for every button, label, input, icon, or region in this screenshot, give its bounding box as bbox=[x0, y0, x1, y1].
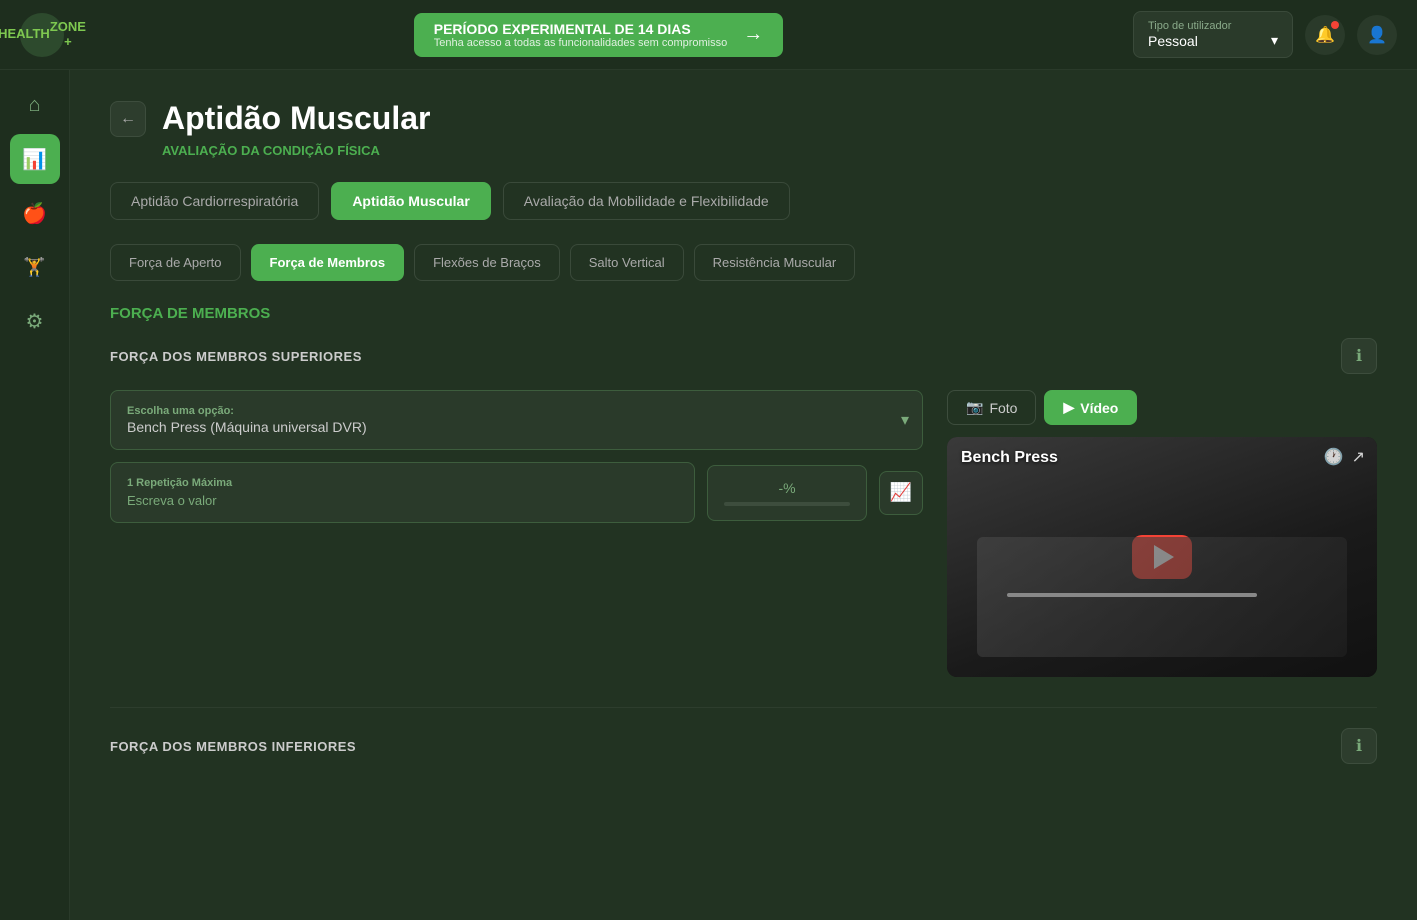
left-panel: Escolha uma opção: Bench Press (Máquina … bbox=[110, 390, 923, 523]
chevron-down-icon: ▾ bbox=[1271, 32, 1278, 49]
sub-tab-pushups[interactable]: Flexões de Braços bbox=[414, 244, 560, 281]
apple-icon: 🍎 bbox=[22, 201, 47, 226]
input-row: 1 Repetição Máxima Escreva o valor -% 📈 bbox=[110, 462, 923, 523]
exercise-select[interactable]: Escolha uma opção: Bench Press (Máquina … bbox=[110, 390, 923, 450]
sub-tab-vertical-jump[interactable]: Salto Vertical bbox=[570, 244, 684, 281]
sidebar-item-home[interactable]: ⌂ bbox=[10, 80, 60, 130]
sidebar-item-nutrition[interactable]: 🍎 bbox=[10, 188, 60, 238]
sidebar-item-activity[interactable]: 🏋 bbox=[10, 242, 60, 292]
trial-arrow-icon: → bbox=[743, 23, 763, 46]
section-divider bbox=[110, 707, 1377, 708]
lower-limb-section: FORÇA DOS MEMBROS INFERIORES ℹ bbox=[110, 728, 1377, 764]
chart-detail-button[interactable]: 📈 bbox=[879, 471, 923, 515]
media-buttons: 📷 Foto ▶ Vídeo bbox=[947, 390, 1377, 425]
main-content: ← Aptidão Muscular AVALIAÇÃO DA CONDIÇÃO… bbox=[70, 70, 1417, 920]
percent-value: -% bbox=[778, 480, 795, 496]
dumbbell-icon: 🏋 bbox=[23, 257, 45, 278]
upper-content-area: Escolha uma opção: Bench Press (Máquina … bbox=[110, 390, 1377, 677]
top-right-controls: Tipo de utilizador Pessoal ▾ 🔔 👤 bbox=[1133, 11, 1397, 58]
video-button[interactable]: ▶ Vídeo bbox=[1044, 390, 1137, 425]
upper-info-button[interactable]: ℹ bbox=[1341, 338, 1377, 374]
select-value: Bench Press (Máquina universal DVR) bbox=[127, 419, 367, 435]
top-navigation: HEALTH ZONE + PERÍODO EXPERIMENTAL DE 14… bbox=[0, 0, 1417, 70]
sub-tab-muscular-endurance[interactable]: Resistência Muscular bbox=[694, 244, 856, 281]
video-title: Bench Press bbox=[961, 449, 1058, 467]
chart-bar-icon: 📈 bbox=[890, 482, 912, 503]
section-title: FORÇA DE MEMBROS bbox=[110, 305, 1377, 322]
back-button[interactable]: ← bbox=[110, 101, 146, 137]
photo-button[interactable]: 📷 Foto bbox=[947, 390, 1036, 425]
video-thumbnail: Bench Press 🕐 ↗ bbox=[947, 437, 1377, 677]
sidebar: ⌂ 📊 🍎 🏋 ⚙ bbox=[0, 70, 70, 920]
video-time-icon[interactable]: 🕐 bbox=[1324, 447, 1344, 467]
logo: HEALTH ZONE + bbox=[20, 13, 64, 57]
upper-section-title: FORÇA DOS MEMBROS SUPERIORES bbox=[110, 349, 362, 364]
right-panel: 📷 Foto ▶ Vídeo bbox=[947, 390, 1377, 677]
trial-banner[interactable]: PERÍODO EXPERIMENTAL DE 14 DIAS Tenha ac… bbox=[414, 13, 784, 57]
user-type-dropdown[interactable]: Tipo de utilizador Pessoal ▾ bbox=[1133, 11, 1293, 58]
sidebar-item-chart[interactable]: 📊 bbox=[10, 134, 60, 184]
lower-info-button[interactable]: ℹ bbox=[1341, 728, 1377, 764]
input-placeholder: Escreva o valor bbox=[127, 493, 678, 508]
home-icon: ⌂ bbox=[28, 94, 40, 117]
sub-tab-limb-strength[interactable]: Força de Membros bbox=[251, 244, 405, 281]
video-share-icon[interactable]: ↗ bbox=[1352, 447, 1365, 467]
sidebar-item-settings[interactable]: ⚙ bbox=[10, 296, 60, 346]
tab-muscular[interactable]: Aptidão Muscular bbox=[331, 182, 490, 220]
percentage-field: -% bbox=[707, 465, 867, 521]
video-top-icons: 🕐 ↗ bbox=[1324, 447, 1365, 467]
select-label: Escolha uma opção: bbox=[127, 405, 234, 417]
repetition-max-field[interactable]: 1 Repetição Máxima Escreva o valor bbox=[110, 462, 695, 523]
trial-banner-title: PERÍODO EXPERIMENTAL DE 14 DIAS bbox=[434, 21, 728, 37]
tab-mobility[interactable]: Avaliação da Mobilidade e Flexibilidade bbox=[503, 182, 790, 220]
page-subtitle: AVALIAÇÃO DA CONDIÇÃO FÍSICA bbox=[162, 143, 1377, 158]
select-chevron-icon: ▾ bbox=[901, 410, 909, 430]
exercise-select-container: Escolha uma opção: Bench Press (Máquina … bbox=[110, 390, 923, 450]
user-type-value: Pessoal ▾ bbox=[1148, 32, 1278, 49]
sub-tab-grip[interactable]: Força de Aperto bbox=[110, 244, 241, 281]
trial-banner-subtitle: Tenha acesso a todas as funcionalidades … bbox=[434, 37, 728, 49]
input-label: 1 Repetição Máxima bbox=[127, 477, 678, 489]
sub-tabs: Força de Aperto Força de Membros Flexões… bbox=[110, 244, 1377, 281]
tab-cardio[interactable]: Aptidão Cardiorrespiratória bbox=[110, 182, 319, 220]
upper-limb-section: FORÇA DOS MEMBROS SUPERIORES ℹ Escolha u… bbox=[110, 338, 1377, 677]
info-icon-lower: ℹ bbox=[1356, 736, 1362, 756]
gear-icon: ⚙ bbox=[26, 309, 44, 334]
notifications-button[interactable]: 🔔 bbox=[1305, 15, 1345, 55]
page-header: ← Aptidão Muscular bbox=[110, 100, 1377, 137]
user-type-label: Tipo de utilizador bbox=[1148, 20, 1278, 32]
progress-bar bbox=[724, 502, 850, 506]
back-arrow-icon: ← bbox=[120, 110, 136, 128]
user-icon: 👤 bbox=[1367, 25, 1387, 45]
camera-icon: 📷 bbox=[966, 399, 983, 416]
play-icon: ▶ bbox=[1063, 399, 1074, 416]
info-icon: ℹ bbox=[1356, 346, 1362, 366]
lower-section-title: FORÇA DOS MEMBROS INFERIORES bbox=[110, 739, 356, 754]
page-title: Aptidão Muscular bbox=[162, 100, 430, 137]
logo-icon: HEALTH ZONE + bbox=[20, 13, 64, 57]
profile-button[interactable]: 👤 bbox=[1357, 15, 1397, 55]
main-tabs: Aptidão Cardiorrespiratória Aptidão Musc… bbox=[110, 182, 1377, 220]
notification-dot bbox=[1331, 21, 1339, 29]
chart-icon: 📊 bbox=[22, 147, 47, 172]
